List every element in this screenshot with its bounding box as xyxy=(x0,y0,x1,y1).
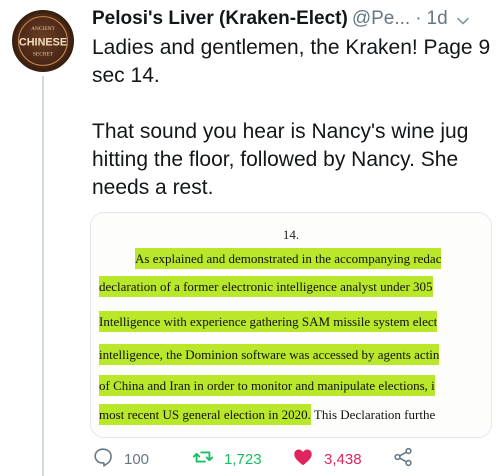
document-line-5: of China and Iran in order to monitor an… xyxy=(99,375,435,396)
highlighted-text: declaration of a former electronic intel… xyxy=(99,276,433,297)
avatar[interactable]: ANCIENT CHINESE SECRET xyxy=(12,10,74,72)
highlighted-text: most recent US general election in 2020. xyxy=(99,404,311,425)
media-image[interactable]: 14. As explained and demonstrated in the… xyxy=(90,212,492,438)
reply-count: 100 xyxy=(124,450,150,468)
document-line-4: intelligence, the Dominion software was … xyxy=(99,344,440,365)
like-button[interactable]: 3,438 xyxy=(292,446,392,472)
plain-text: This Declaration furthe xyxy=(310,407,436,422)
like-count: 3,438 xyxy=(324,450,362,468)
retweet-count: 1,723 xyxy=(224,450,262,468)
document-line-3: Intelligence with experience gathering S… xyxy=(99,311,438,332)
tweet-header: Pelosi's Liver (Kraken-Elect) @Pe... · 1… xyxy=(92,6,490,32)
separator-dot: · xyxy=(415,8,422,29)
share-button[interactable] xyxy=(392,446,414,472)
document-line-1: As explained and demonstrated in the acc… xyxy=(135,248,442,269)
thread-line xyxy=(42,76,44,476)
reply-button[interactable]: 100 xyxy=(92,446,192,472)
tweet-text-paragraph-1: Ladies and gentlemen, the Kraken! Page 9… xyxy=(92,36,491,87)
document-page-number: 14. xyxy=(282,227,300,242)
svg-text:CHINESE: CHINESE xyxy=(19,37,67,49)
ancient-chinese-secret-logo: ANCIENT CHINESE SECRET xyxy=(18,16,68,66)
retweet-icon xyxy=(192,446,214,472)
document-line-6: most recent US general election in 2020.… xyxy=(99,404,436,425)
highlighted-text: Intelligence with experience gathering S… xyxy=(99,311,438,332)
chevron-down-icon[interactable] xyxy=(456,12,470,26)
share-icon xyxy=(392,446,414,472)
tweet-text-paragraph-2: That sound you hear is Nancy's wine jug … xyxy=(92,120,469,199)
tweet-text: Ladies and gentlemen, the Kraken! Page 9… xyxy=(92,34,492,202)
svg-text:ANCIENT: ANCIENT xyxy=(31,26,55,32)
document-line-2: declaration of a former electronic intel… xyxy=(99,276,433,297)
highlighted-text: As explained and demonstrated in the acc… xyxy=(135,248,442,269)
handle[interactable]: @Pe... xyxy=(352,8,410,30)
timestamp[interactable]: 1d xyxy=(427,8,448,30)
svg-text:SECRET: SECRET xyxy=(33,51,54,57)
display-name[interactable]: Pelosi's Liver (Kraken-Elect) xyxy=(92,8,348,30)
highlighted-text: intelligence, the Dominion software was … xyxy=(99,344,440,365)
reply-icon xyxy=(92,446,114,472)
retweet-button[interactable]: 1,723 xyxy=(192,446,292,472)
heart-icon xyxy=(292,446,314,472)
highlighted-text: of China and Iran in order to monitor an… xyxy=(99,375,435,396)
tweet-actions: 100 1,723 3,438 xyxy=(92,446,414,472)
